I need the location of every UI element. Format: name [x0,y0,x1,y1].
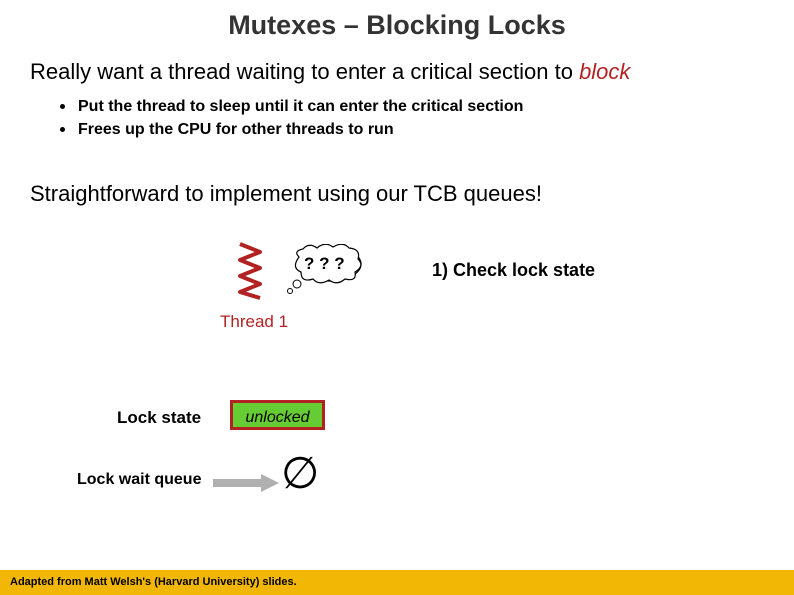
diagram-area: ? ? ? 1) Check lock state Thread 1 Lock … [0,230,794,550]
bullet-item: Frees up the CPU for other threads to ru… [78,118,794,141]
tcb-queues-line: Straightforward to implement using our T… [0,181,794,207]
lock-state-value-box: unlocked [230,400,325,430]
slide-title: Mutexes – Blocking Locks [0,0,794,41]
footer-attribution: Adapted from Matt Welsh's (Harvard Unive… [0,570,794,595]
subtitle-plain: Really want a thread waiting to enter a … [30,59,579,84]
lock-wait-queue-label: Lock wait queue [77,471,201,489]
thought-text: ? ? ? [304,254,345,274]
slide-subtitle: Really want a thread waiting to enter a … [0,41,794,91]
thread-zigzag-icon [235,242,267,300]
thread-1-caption: Thread 1 [220,312,288,332]
step-1-label: 1) Check lock state [432,260,595,281]
empty-set-symbol: ∅ [281,448,319,499]
bullet-item: Put the thread to sleep until it can ent… [78,95,794,118]
subtitle-emphasis: block [579,59,630,84]
lock-state-label: Lock state [117,408,201,428]
arrow-right-icon [213,474,279,492]
bullet-list: Put the thread to sleep until it can ent… [0,95,794,141]
